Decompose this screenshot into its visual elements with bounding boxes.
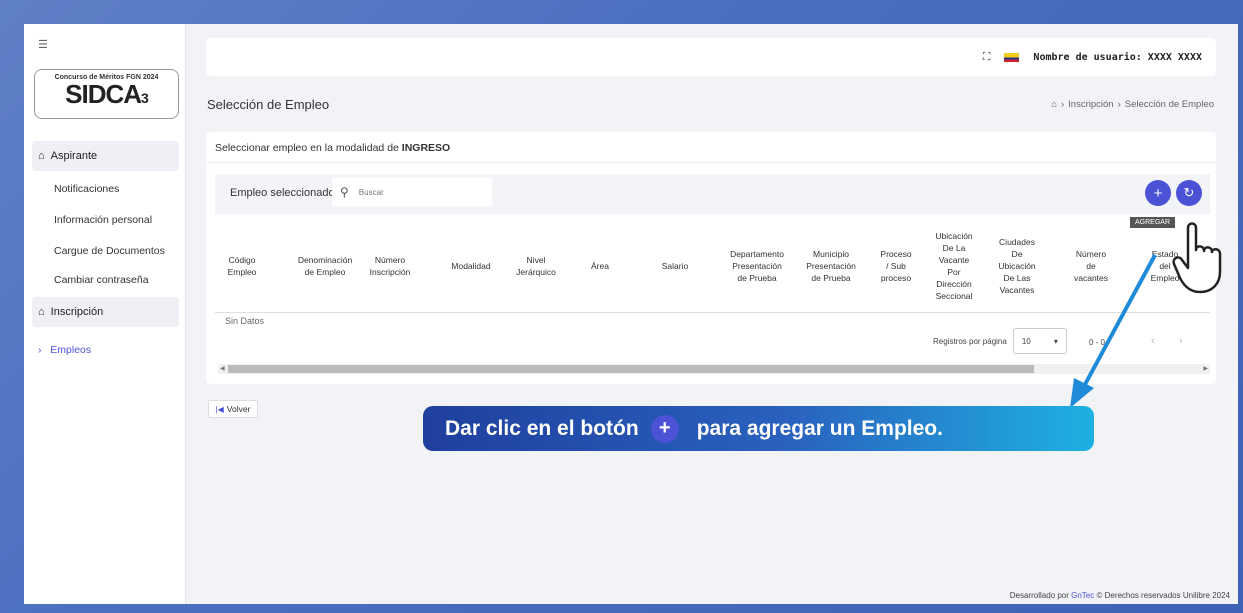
instruction-callout: Dar clic en el botón + para agregar un E… [423,406,1094,451]
column-header[interactable]: Número Inscripción [370,254,411,278]
sidebar-section-label: Inscripción [50,306,104,318]
footer-brand-link[interactable]: GnTec [1071,591,1094,600]
home-icon[interactable]: ⌂ [1051,99,1057,110]
scrollbar-thumb[interactable] [228,365,1034,373]
colombia-flag-icon [1004,52,1020,62]
chevron-right-icon: › [38,344,42,356]
next-page-icon[interactable]: › [1179,335,1183,347]
column-header[interactable]: Salario [662,260,688,272]
sidebar-item-cambiar-contrasena[interactable]: Cambiar contraseña [54,274,149,286]
sidebar-section-label: Aspirante [50,150,98,162]
pointer-arrow-icon [1070,254,1157,408]
sidebar-item-notificaciones[interactable]: Notificaciones [54,183,119,195]
page-size-label: Registros por página [933,336,1007,346]
breadcrumb-item[interactable]: Inscripción [1068,99,1113,110]
column-header[interactable]: Nivel Jerárquico [516,254,556,278]
column-header[interactable]: Denominación de Empleo [298,254,352,278]
empty-state: Sin Datos [225,316,265,326]
caret-down-icon: ▾ [1053,336,1058,346]
callout-text-after: para agregar un Empleo. [696,416,943,440]
expand-icon[interactable]: ⛶ [983,51,991,64]
plus-icon: + [650,414,679,443]
back-button[interactable]: |◀ Volver [208,400,258,418]
footer-prefix: Desarrollado por [1009,591,1072,600]
breadcrumb-item: Selección de Empleo [1124,99,1214,110]
home-icon: ⌂ [38,306,45,318]
logo: Concurso de Méritos FGN 2024 SIDCA3 [34,69,179,119]
pagination: Registros por página 10 ▾ [933,328,1067,354]
back-icon: |◀ [215,404,224,414]
page-size-select[interactable]: 10 ▾ [1012,328,1067,354]
card-title: Seleccionar empleo en la modalidad de IN… [215,142,450,154]
column-header[interactable]: Ciudades De Ubicación De Las Vacantes [998,236,1035,296]
back-label: Volver [226,404,251,414]
column-header[interactable]: Municipio Presentación de Prueba [806,248,856,284]
sidebar-item-empleos[interactable]: › Empleos [38,344,91,356]
footer-suffix: © Derechos reservados Unilibre 2024 [1094,591,1230,600]
breadcrumb: ⌂ › Inscripción › Selección de Empleo [1051,99,1214,110]
scroll-right-icon[interactable]: ▶ [1203,364,1208,374]
callout-text-before: Dar clic en el botón [445,416,639,440]
column-header[interactable]: Modalidad [451,260,490,272]
sidebar-section-aspirante[interactable]: ⌂ Aspirante [32,141,179,171]
column-header[interactable]: Departamento Presentación de Prueba [730,248,784,284]
column-header[interactable]: Ubicación De La Vacante Por Dirección Seccion… [935,230,972,302]
hamburger-icon[interactable]: ☰ [38,38,48,51]
card-title-prefix: Seleccionar empleo en la modalidad de [215,142,402,154]
logo-suffix: 3 [141,90,149,106]
page-size-value: 10 [1021,336,1031,346]
refresh-button[interactable]: ↻ [1176,180,1202,206]
divider [206,162,1216,163]
app-window: ☰ Concurso de Méritos FGN 2024 SIDCA3 ⌂ … [24,24,1238,604]
sidebar-item-informacion-personal[interactable]: Información personal [54,214,152,226]
search-box: ⚲ [332,178,492,206]
search-input[interactable] [358,187,469,197]
sidebar: ☰ Concurso de Méritos FGN 2024 SIDCA3 ⌂ … [24,24,186,604]
footer: Desarrollado por GnTec © Derechos reserv… [1010,591,1230,600]
column-header[interactable]: Área [591,260,609,272]
search-icon: ⚲ [340,185,349,199]
logo-main-text: SIDCA3 [35,81,178,111]
page-title: Selección de Empleo [207,97,330,112]
breadcrumb-separator-icon: › [1117,99,1121,110]
logo-word: SIDCA [65,79,142,109]
hand-cursor-icon [1172,222,1222,294]
sidebar-section-inscripcion[interactable]: ⌂ Inscripción [32,297,179,327]
user-name[interactable]: Nombre de usuario: XXXX XXXX [1033,52,1202,63]
sidebar-item-cargue-documentos[interactable]: Cargue de Documentos [54,245,165,257]
home-icon: ⌂ [38,150,45,162]
card-title-modality: INGRESO [401,142,451,154]
column-header[interactable]: Proceso / Sub proceso [880,248,911,284]
top-header: ⛶ Nombre de usuario: XXXX XXXX [206,38,1216,76]
sidebar-item-label: Empleos [50,344,92,356]
breadcrumb-separator-icon: › [1060,99,1065,110]
toolbar-label: Empleo seleccionado [230,187,335,199]
add-button[interactable]: + [1145,180,1171,206]
table-toolbar: Empleo seleccionado ⚲ + ↻ [215,174,1210,214]
column-header[interactable]: Código Empleo [228,254,257,278]
scroll-left-icon[interactable]: ◀ [220,364,225,374]
